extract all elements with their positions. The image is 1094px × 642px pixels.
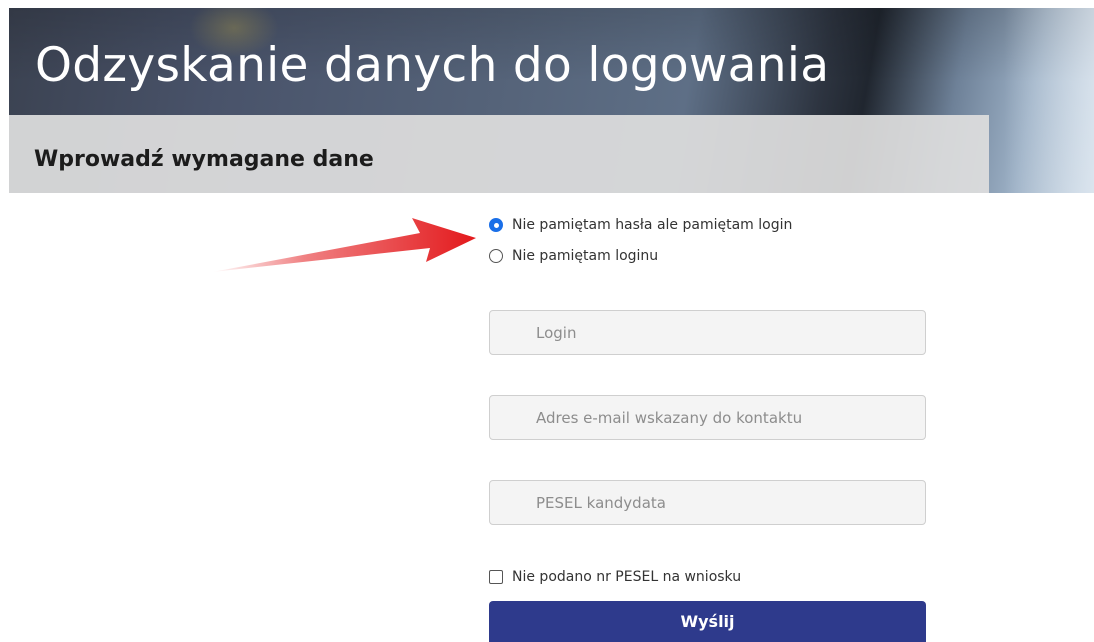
email-input[interactable] [489, 395, 926, 440]
page-subtitle: Wprowadź wymagane dane [34, 147, 374, 172]
password-recovery-page: Odzyskanie danych do logowania Wprowadź … [0, 0, 1094, 642]
radio-button-checked[interactable] [489, 218, 503, 232]
no-pesel-label: Nie podano nr PESEL na wniosku [512, 569, 742, 585]
hero-banner: Odzyskanie danych do logowania Wprowadź … [9, 8, 1094, 193]
radio-button-unchecked[interactable] [489, 249, 503, 263]
pesel-input[interactable] [489, 480, 926, 525]
submit-button[interactable]: Wyślij [489, 601, 926, 642]
page-title: Odzyskanie danych do logowania [35, 38, 830, 93]
login-input[interactable] [489, 310, 926, 355]
no-pesel-checkbox[interactable] [489, 570, 503, 584]
subtitle-bar: Wprowadź wymagane dane [9, 115, 989, 193]
red-arrow-icon [212, 218, 476, 272]
radio-option-forgot-login[interactable]: Nie pamiętam loginu [489, 248, 658, 264]
radio-label-forgot-login: Nie pamiętam loginu [512, 248, 659, 264]
no-pesel-option[interactable]: Nie podano nr PESEL na wniosku [489, 569, 741, 585]
radio-label-forgot-password: Nie pamiętam hasła ale pamiętam login [512, 217, 793, 233]
radio-option-forgot-password[interactable]: Nie pamiętam hasła ale pamiętam login [489, 217, 792, 233]
